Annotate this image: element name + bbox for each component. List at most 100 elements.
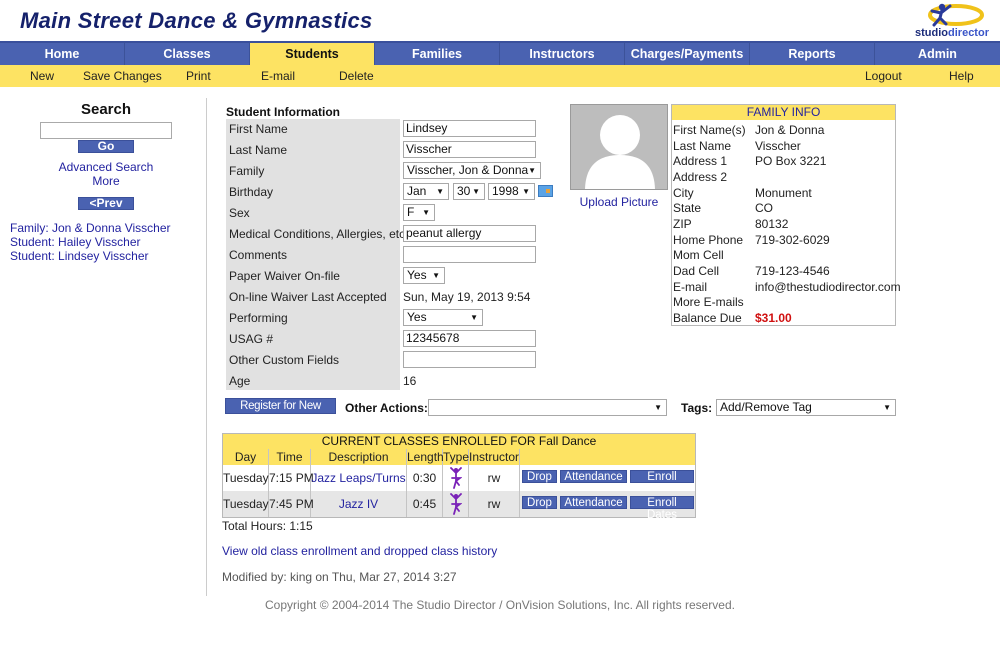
family-info-value: Monument [755, 186, 812, 200]
tags-select[interactable]: Add/Remove Tag ▼ [716, 399, 896, 416]
instructor-cell: rw [469, 465, 520, 491]
email-button[interactable]: E-mail [261, 65, 295, 87]
type-cell [443, 465, 469, 491]
recent-student-link[interactable]: Student: Lindsey Visscher [10, 249, 149, 263]
dancer-logo-icon [928, 3, 984, 27]
column-header: Description [311, 449, 407, 465]
other-custom-label: Other Custom Fields [229, 353, 340, 367]
birth-month-select[interactable]: Jan ▼ [403, 183, 449, 200]
other-actions-select[interactable]: ▼ [428, 399, 667, 416]
enrolled-classes-title: CURRENT CLASSES ENROLLED FOR Fall Dance [223, 434, 695, 449]
recent-student-link[interactable]: Student: Hailey Visscher [10, 235, 141, 249]
chevron-down-icon: ▼ [654, 403, 662, 412]
advanced-search-link[interactable]: Advanced Search [0, 160, 212, 174]
birth-day-value: 30 [457, 184, 471, 198]
new-button[interactable]: New [30, 65, 54, 87]
last-name-label: Last Name [229, 143, 288, 157]
modified-by: Modified by: king on Thu, Mar 27, 2014 3… [222, 570, 457, 584]
description-cell: Jazz IV [311, 491, 407, 517]
family-info-label: Address 2 [673, 170, 728, 184]
attendance-button[interactable]: Attendance [560, 496, 627, 509]
usag-field[interactable]: 12345678 [403, 330, 536, 347]
birth-day-select[interactable]: 30 ▼ [453, 183, 485, 200]
enroll-dates-button[interactable]: Enroll Dates [630, 470, 694, 495]
prev-button[interactable]: <Prev [78, 197, 134, 210]
medical-field[interactable]: peanut allergy [403, 225, 536, 242]
enroll-dates-button[interactable]: Enroll Dates [630, 496, 694, 521]
delete-button[interactable]: Delete [339, 65, 374, 87]
family-info-label: Balance Due [673, 311, 742, 325]
calendar-icon[interactable] [538, 185, 553, 197]
family-info-title: FAMILY INFO [672, 105, 895, 120]
copyright: Copyright © 2004-2014 The Studio Directo… [265, 598, 735, 612]
student-info-title: Student Information [226, 105, 340, 119]
drop-button[interactable]: Drop [522, 470, 557, 483]
logout-button[interactable]: Logout [865, 65, 902, 87]
tab-families[interactable]: Families [375, 43, 500, 65]
drop-button[interactable]: Drop [522, 496, 557, 509]
main-nav: Home Classes Students Families Instructo… [0, 41, 1000, 65]
chevron-down-icon: ▼ [470, 313, 478, 322]
tab-classes[interactable]: Classes [125, 43, 250, 65]
sex-select[interactable]: F ▼ [403, 204, 435, 221]
table-row: Tuesday 7:15 PM Jazz Leaps/Turns 0:30 rw… [223, 465, 695, 495]
column-header: Day [223, 449, 269, 465]
tab-instructors[interactable]: Instructors [500, 43, 625, 65]
dancer-icon [450, 493, 462, 515]
chevron-down-icon: ▼ [472, 187, 480, 196]
other-custom-field[interactable] [403, 351, 536, 368]
comments-label: Comments [229, 248, 288, 262]
help-button[interactable]: Help [949, 65, 974, 87]
tab-students[interactable]: Students [250, 43, 375, 65]
upload-picture-link[interactable]: Upload Picture [570, 195, 668, 209]
chevron-down-icon: ▼ [436, 187, 444, 196]
family-info-value: 719-302-6029 [755, 233, 830, 247]
family-email-link[interactable]: info@thestudiodirector.com [755, 280, 901, 294]
family-info-label: Dad Cell [673, 264, 720, 278]
balance-due-value: $31.00 [755, 311, 792, 325]
attendance-button[interactable]: Attendance [560, 470, 627, 483]
family-info-value: 719-123-4546 [755, 264, 830, 278]
class-description-link[interactable]: Jazz IV [339, 497, 378, 511]
save-changes-button[interactable]: Save Changes [83, 65, 162, 87]
print-button[interactable]: Print [186, 65, 211, 87]
column-header: Type [443, 449, 470, 465]
performing-label: Performing [229, 311, 288, 325]
total-hours: Total Hours: 1:15 [222, 519, 313, 533]
performing-select[interactable]: Yes ▼ [403, 309, 483, 326]
tags-value: Add/Remove Tag [720, 400, 812, 414]
description-cell: Jazz Leaps/Turns [311, 465, 407, 491]
paper-waiver-select[interactable]: Yes ▼ [403, 267, 445, 284]
search-input[interactable] [40, 122, 172, 139]
birth-year-select[interactable]: 1998 ▼ [488, 183, 535, 200]
tab-admin[interactable]: Admin [875, 43, 1000, 65]
class-history-link[interactable]: View old class enrollment and dropped cl… [222, 544, 497, 558]
student-photo [570, 104, 668, 190]
family-info-value: CO [755, 201, 773, 215]
family-info-label: State [673, 201, 702, 215]
age-label: Age [229, 374, 251, 388]
search-title: Search [80, 101, 132, 118]
comments-field[interactable] [403, 246, 536, 263]
tab-reports[interactable]: Reports [750, 43, 875, 65]
table-row: Tuesday 7:45 PM Jazz IV 0:45 rw Drop Att… [223, 491, 695, 521]
family-info-label: City [673, 186, 694, 200]
sidebar-divider [206, 98, 207, 596]
tab-home[interactable]: Home [0, 43, 125, 65]
class-description-link[interactable]: Jazz Leaps/Turns [311, 471, 405, 485]
register-new-class-button[interactable]: Register for New Class [225, 398, 336, 427]
first-name-label: First Name [229, 122, 288, 136]
column-header: Length [407, 449, 444, 465]
recent-family-link[interactable]: Family: Jon & Donna Visscher [10, 221, 171, 235]
family-label: Family [229, 164, 265, 178]
go-button[interactable]: Go [78, 140, 134, 153]
family-info-label: More E-mails [673, 295, 744, 309]
tab-charges-payments[interactable]: Charges/Payments [625, 43, 750, 65]
length-cell: 0:30 [407, 465, 443, 491]
paper-waiver-label: Paper Waiver On-file [229, 269, 340, 283]
first-name-field[interactable]: Lindsey [403, 120, 536, 137]
last-name-field[interactable]: Visscher [403, 141, 536, 158]
family-select[interactable]: Visscher, Jon & Donna ▼ [403, 162, 541, 179]
more-link[interactable]: More [0, 174, 212, 188]
family-info-panel: FAMILY INFO First Name(s) Jon & Donna La… [671, 104, 901, 326]
